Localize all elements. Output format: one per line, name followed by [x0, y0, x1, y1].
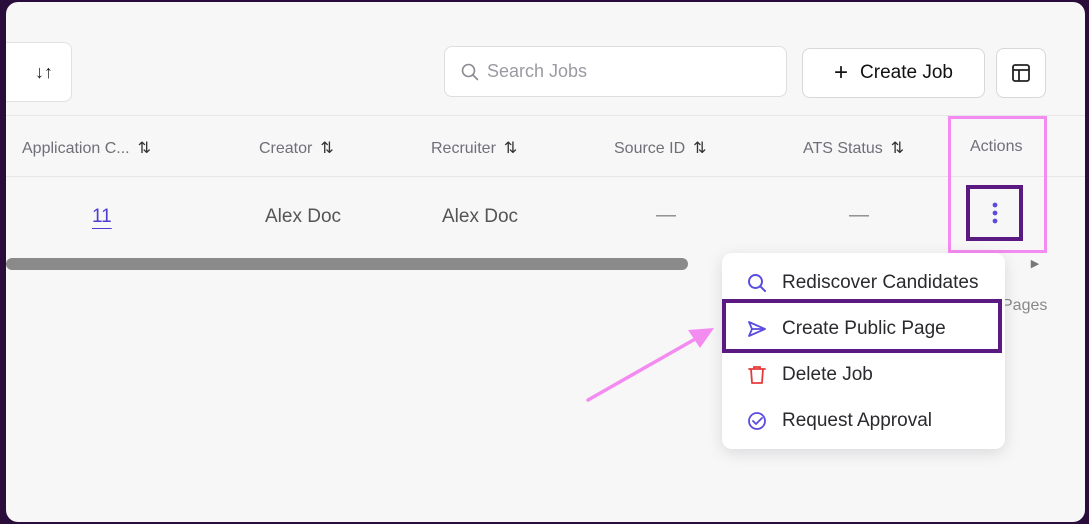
recruiter-cell: Alex Doc	[442, 206, 519, 227]
menu-item-delete-job[interactable]: Delete Job	[722, 353, 1005, 397]
row-divider	[6, 176, 1085, 177]
menu-item-label: Request Approval	[782, 410, 932, 431]
sort-arrows-icon: ↓↑	[35, 61, 53, 82]
scrollbar-thumb[interactable]	[6, 258, 688, 270]
column-header-recruiter[interactable]: Recruiter ⇅	[431, 138, 517, 158]
search-icon	[461, 63, 479, 80]
pagination-label: Pages	[1002, 297, 1048, 314]
app-window: ↓↑ Search Jobs + Create Job Application …	[6, 2, 1085, 522]
column-header-label: Creator	[259, 140, 313, 157]
search-icon	[746, 272, 768, 294]
plus-icon: +	[834, 59, 849, 86]
creator-cell: Alex Doc	[265, 206, 342, 227]
column-header-source-id[interactable]: Source ID ⇅	[614, 138, 707, 158]
column-header-creator[interactable]: Creator ⇅	[259, 138, 334, 158]
menu-item-request-approval[interactable]: Request Approval	[722, 399, 1005, 443]
column-header-label: Application C...	[22, 140, 130, 157]
column-header-application-count[interactable]: Application C... ⇅	[22, 138, 151, 158]
column-header-ats-status[interactable]: ATS Status ⇅	[803, 138, 904, 158]
sort-icon[interactable]: ⇅	[138, 140, 151, 157]
create-job-button[interactable]: + Create Job	[802, 48, 985, 98]
sort-button[interactable]: ↓↑	[6, 42, 72, 102]
sort-icon[interactable]: ⇅	[320, 140, 333, 157]
kebab-highlight	[966, 185, 1023, 241]
ats-status-cell: —	[849, 204, 869, 226]
search-input[interactable]: Search Jobs	[444, 46, 787, 97]
column-header-label: ATS Status	[803, 140, 883, 157]
menu-item-label: Rediscover Candidates	[782, 272, 979, 293]
header-divider	[6, 115, 1085, 116]
sort-icon[interactable]: ⇅	[693, 140, 706, 157]
application-count-link[interactable]: 11	[92, 206, 112, 228]
menu-item-label: Delete Job	[782, 364, 873, 385]
scroll-right-icon[interactable]: ▶	[1028, 257, 1042, 271]
column-header-label: Recruiter	[431, 140, 496, 157]
create-public-page-highlight	[722, 299, 1002, 353]
table-columns-icon	[1012, 64, 1030, 82]
trash-icon	[746, 364, 768, 386]
annotation-arrow	[586, 328, 714, 402]
create-job-label: Create Job	[860, 62, 953, 83]
sort-icon[interactable]: ⇅	[891, 140, 904, 157]
source-id-cell: —	[656, 204, 676, 226]
column-header-label: Source ID	[614, 140, 686, 157]
check-circle-icon	[746, 410, 768, 432]
sort-icon[interactable]: ⇅	[504, 140, 517, 157]
columns-toggle-button[interactable]	[996, 48, 1046, 98]
search-placeholder: Search Jobs	[487, 61, 588, 81]
